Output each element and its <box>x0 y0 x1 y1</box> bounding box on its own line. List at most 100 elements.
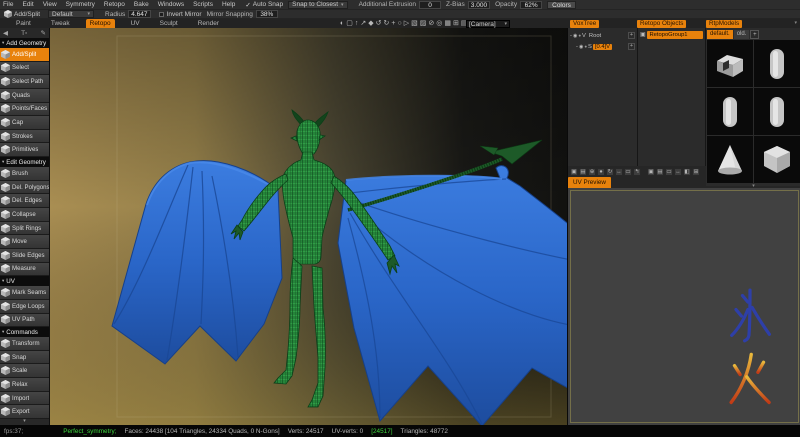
new-object-icon[interactable]: ▣ <box>647 168 655 176</box>
retopo-group-row[interactable]: ▣RetopoGroup1 <box>638 30 705 40</box>
tool-strokes[interactable]: Strokes <box>0 130 49 144</box>
z-bias-field[interactable]: 3.000 <box>468 1 490 9</box>
snap-icon[interactable]: ⊞ <box>453 19 459 28</box>
tab-voxtree[interactable]: VoxTree <box>570 20 599 28</box>
tab-render[interactable]: Render <box>194 19 223 28</box>
preset-dropdown[interactable]: Default ▾ <box>48 10 94 18</box>
undo-icon[interactable]: ↰ <box>633 168 641 176</box>
tool-edge-loops[interactable]: Edge Loops <box>0 300 49 314</box>
tool-measure[interactable]: Measure <box>0 263 49 277</box>
add-model-set-button[interactable]: + <box>750 30 759 39</box>
menu-bake[interactable]: Bake <box>134 1 149 8</box>
tool-select[interactable]: Select <box>0 62 49 76</box>
tool-snap[interactable]: Snap <box>0 351 49 365</box>
frame-icon[interactable]: ▭ <box>665 168 673 176</box>
mirror-snapping-field[interactable]: 38% <box>256 10 278 18</box>
tool-cap[interactable]: Cap <box>0 116 49 130</box>
visibility-eye-icon[interactable]: ◉ <box>573 33 577 39</box>
rtp-thumbnail-capsule[interactable] <box>707 88 753 135</box>
delete-layer-icon[interactable]: ▤ <box>579 168 587 176</box>
menu-edit[interactable]: Edit <box>22 1 33 8</box>
rtp-thumbnail-capsule[interactable] <box>754 88 800 135</box>
tool-mark-seams[interactable]: Mark Seams <box>0 286 49 300</box>
zoom-icon[interactable]: ○ <box>397 19 401 28</box>
menu-file[interactable]: File <box>3 1 13 8</box>
group-visibility-icon[interactable]: ▣ <box>640 32 645 38</box>
auto-snap-label[interactable]: Auto Snap <box>253 1 283 8</box>
voxtree-layer-label[interactable]: [0.4]V <box>593 44 612 50</box>
menu-retopo[interactable]: Retopo <box>104 1 125 8</box>
move-icon[interactable]: + <box>391 19 395 28</box>
tool-points-faces[interactable]: Points/Faces <box>0 103 49 117</box>
voxtree-row[interactable]: -◉●S[0.4]V+ <box>568 41 637 52</box>
tab-retopo-objects[interactable]: Retopo Objects <box>637 20 686 28</box>
shader-dot-icon[interactable]: ● <box>584 44 587 49</box>
exchange-icon[interactable]: ↔ <box>674 168 682 176</box>
text-tool-icon[interactable]: T▫ <box>21 30 27 37</box>
rotate-icon[interactable]: ↻ <box>606 168 614 176</box>
add-layer-icon[interactable]: + <box>628 32 635 39</box>
tool-quads[interactable]: Quads <box>0 89 49 103</box>
tool-brush[interactable]: Brush <box>0 167 49 181</box>
tool-import[interactable]: Import <box>0 392 49 406</box>
tool-split-rings[interactable]: Split Rings <box>0 222 49 236</box>
tab-sculpt[interactable]: Sculpt <box>156 19 182 28</box>
menu-windows[interactable]: Windows <box>158 1 184 8</box>
rotate-cw-icon[interactable]: ↻ <box>384 19 390 28</box>
rotate-ccw-icon[interactable]: ↺ <box>376 19 382 28</box>
opacity-field[interactable]: 62% <box>520 1 542 9</box>
droplet-icon[interactable]: ◆ <box>368 19 373 28</box>
tool-primitives[interactable]: Primitives <box>0 143 49 157</box>
radius-field[interactable]: 4.647 <box>128 10 150 18</box>
backdrop-icon[interactable]: ▢ <box>346 19 353 28</box>
pen-icon[interactable]: ✎ <box>41 29 46 37</box>
section-header-uv[interactable]: ▾UV <box>0 276 49 286</box>
rtp-thumbnail-cube[interactable] <box>754 136 800 183</box>
hide-icon[interactable]: ⊘ <box>428 19 434 28</box>
scale-arrow-icon[interactable]: ↗ <box>360 19 366 28</box>
tab-uv[interactable]: UV <box>127 19 144 28</box>
grid-icon[interactable]: ▦ <box>444 19 451 28</box>
menu-help[interactable]: Help <box>222 1 235 8</box>
select-lasso-icon[interactable]: ▨ <box>420 19 427 28</box>
play-icon[interactable]: ▷ <box>404 19 409 28</box>
tool-scale[interactable]: Scale <box>0 364 49 378</box>
dot-icon[interactable]: ● <box>597 168 605 176</box>
back-icon[interactable]: ◀ <box>3 29 8 37</box>
additional-extrusion-field[interactable]: 0 <box>419 1 441 9</box>
tool-select-path[interactable]: Select Path <box>0 75 49 89</box>
visibility-eye-icon[interactable]: ◉ <box>579 44 583 50</box>
tab-rtpmodels[interactable]: RtpModels <box>706 20 742 28</box>
rtp-thumbnail-corner-block[interactable] <box>707 40 753 87</box>
tool-del-edges[interactable]: Del. Edges <box>0 194 49 208</box>
section-header-add-geometry[interactable]: ▾Add Geometry <box>0 38 49 48</box>
rtp-tab-default[interactable]: default. <box>707 30 733 39</box>
section-header-edit-geometry[interactable]: ▾Edit Geometry <box>0 157 49 167</box>
add-layer-icon[interactable]: + <box>628 43 635 50</box>
tool-move[interactable]: Move <box>0 235 49 249</box>
contrast-icon[interactable]: ◐ <box>340 19 344 28</box>
collapse-icon[interactable]: - <box>570 33 572 39</box>
tab-uv-preview[interactable]: UV Preview <box>568 177 611 188</box>
expand-icon[interactable]: ⊞ <box>692 168 700 176</box>
tool-export[interactable]: Export <box>0 405 49 419</box>
rect-icon[interactable]: ▭ <box>624 168 632 176</box>
tool-slide-edges[interactable]: Slide Edges <box>0 249 49 263</box>
section-header-commands[interactable]: ▾Commands <box>0 327 49 337</box>
swap-icon[interactable]: ↔ <box>615 168 623 176</box>
invert-mirror-checkbox[interactable] <box>159 12 164 17</box>
tab-tweak[interactable]: Tweak <box>47 19 74 28</box>
uv-preview-panel[interactable] <box>568 188 800 425</box>
panel-menu-caret-icon[interactable]: ▾ <box>794 20 797 26</box>
auto-snap-check-icon[interactable]: ✓ <box>245 1 250 9</box>
tab-paint[interactable]: Paint <box>12 19 35 28</box>
tool-collapse[interactable]: Collapse <box>0 208 49 222</box>
menu-symmetry[interactable]: Symmetry <box>66 1 95 8</box>
menu-view[interactable]: View <box>43 1 57 8</box>
merge-icon[interactable]: ⊕ <box>588 168 596 176</box>
colors-button[interactable]: Colors <box>547 1 576 9</box>
rtp-thumbnail-capsule[interactable] <box>754 40 800 87</box>
new-layer-icon[interactable]: ▣ <box>570 168 578 176</box>
voxtree-layer-label[interactable]: Root <box>587 33 603 39</box>
select-rect-icon[interactable]: ▧ <box>411 19 418 28</box>
